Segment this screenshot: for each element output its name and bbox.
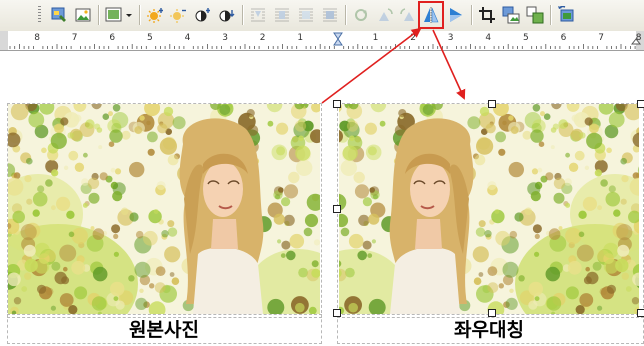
- flip-vertical-button[interactable]: [446, 4, 466, 26]
- original-image[interactable]: [8, 104, 320, 314]
- toolbar-grip[interactable]: [38, 6, 41, 24]
- picture-properties-button[interactable]: [49, 4, 69, 26]
- contrast-down-icon: [219, 10, 235, 22]
- resize-handle-top[interactable]: [488, 100, 496, 108]
- resize-handle-top-left[interactable]: [333, 100, 341, 108]
- rotate-free-button[interactable]: [351, 4, 371, 26]
- ruler-label: 4: [485, 33, 492, 43]
- resize-handle-bottom-right[interactable]: [637, 309, 644, 317]
- picture-size-icon: [502, 6, 520, 24]
- picture-insert-button[interactable]: [73, 4, 93, 26]
- picture-insert-icon: [75, 8, 91, 22]
- wrap-front-button[interactable]: [320, 4, 340, 26]
- ruler-label: 2: [259, 33, 266, 43]
- horizontal-ruler[interactable]: 8 7 6 5 4 3 2 1 1 2 3 4 5 6 7 8: [0, 31, 644, 51]
- rotate-right-icon: [400, 8, 414, 21]
- ruler-label: 8: [34, 33, 40, 43]
- ruler-scale: [9, 32, 642, 49]
- original-image-caption: 원본사진: [129, 318, 199, 341]
- wrap-tight-icon: [275, 8, 289, 22]
- rotate-left-icon: [379, 8, 393, 21]
- wrap-tight-button[interactable]: [272, 4, 292, 26]
- ruler-label: 6: [560, 33, 567, 43]
- rotate-right-button[interactable]: [398, 4, 418, 26]
- crop-button[interactable]: [477, 4, 497, 26]
- contrast-up-button[interactable]: [192, 4, 212, 26]
- picture-reset-icon: [558, 6, 574, 22]
- wrap-front-icon: [323, 8, 337, 22]
- ruler-label: 7: [71, 33, 78, 43]
- rotate-free-icon: [355, 9, 367, 21]
- wrap-behind-icon: [299, 8, 313, 22]
- ruler-label: 2: [410, 33, 416, 43]
- resize-handle-bottom[interactable]: [488, 309, 496, 317]
- flip-horizontal-button[interactable]: [418, 1, 444, 29]
- rotate-left-button[interactable]: [375, 4, 395, 26]
- flip-vertical-icon: [450, 8, 462, 22]
- ruler-label: 6: [109, 33, 116, 43]
- indent-marker: [333, 32, 343, 46]
- mirrored-image[interactable]: [339, 104, 639, 314]
- resize-handle-left[interactable]: [333, 205, 341, 213]
- wrap-square-icon: [251, 8, 265, 22]
- original-photo-graphic: [8, 104, 320, 314]
- brightness-down-icon: [170, 9, 186, 23]
- contrast-up-icon: [195, 8, 210, 22]
- picture-style-dropdown[interactable]: [104, 4, 134, 26]
- document-page: 원본사진 좌우대칭: [0, 51, 644, 346]
- picture-size-button[interactable]: [501, 4, 521, 26]
- ruler-label: 4: [184, 33, 191, 43]
- ruler-label: 1: [372, 33, 379, 43]
- picture-style-icon: [105, 7, 132, 22]
- ruler-label: 5: [147, 33, 153, 43]
- mirrored-photo-graphic: [339, 104, 639, 314]
- ruler-label: 5: [523, 33, 529, 43]
- ruler-label: 3: [222, 33, 228, 43]
- flip-horizontal-icon: [424, 7, 439, 23]
- ruler-label: 8: [635, 33, 642, 43]
- resize-handle-top-right[interactable]: [637, 100, 644, 108]
- brightness-down-button[interactable]: [168, 4, 188, 26]
- picture-toolbar: [0, 0, 644, 32]
- contrast-down-button[interactable]: [216, 4, 236, 26]
- mirrored-image-caption: 좌우대칭: [454, 318, 524, 341]
- ruler-label: 1: [297, 33, 304, 43]
- resize-handle-bottom-left[interactable]: [333, 309, 341, 317]
- brightness-up-icon: [147, 8, 163, 23]
- crop-icon: [479, 7, 495, 23]
- picture-group-icon: [526, 6, 544, 24]
- brightness-up-button[interactable]: [145, 4, 165, 26]
- wrap-behind-button[interactable]: [296, 4, 316, 26]
- wrap-square-button[interactable]: [248, 4, 268, 26]
- picture-properties-icon: [51, 7, 66, 22]
- picture-group-button[interactable]: [525, 4, 545, 26]
- ruler-label: 7: [598, 33, 604, 43]
- ruler-label: 3: [447, 33, 454, 43]
- picture-reset-button[interactable]: [556, 4, 576, 26]
